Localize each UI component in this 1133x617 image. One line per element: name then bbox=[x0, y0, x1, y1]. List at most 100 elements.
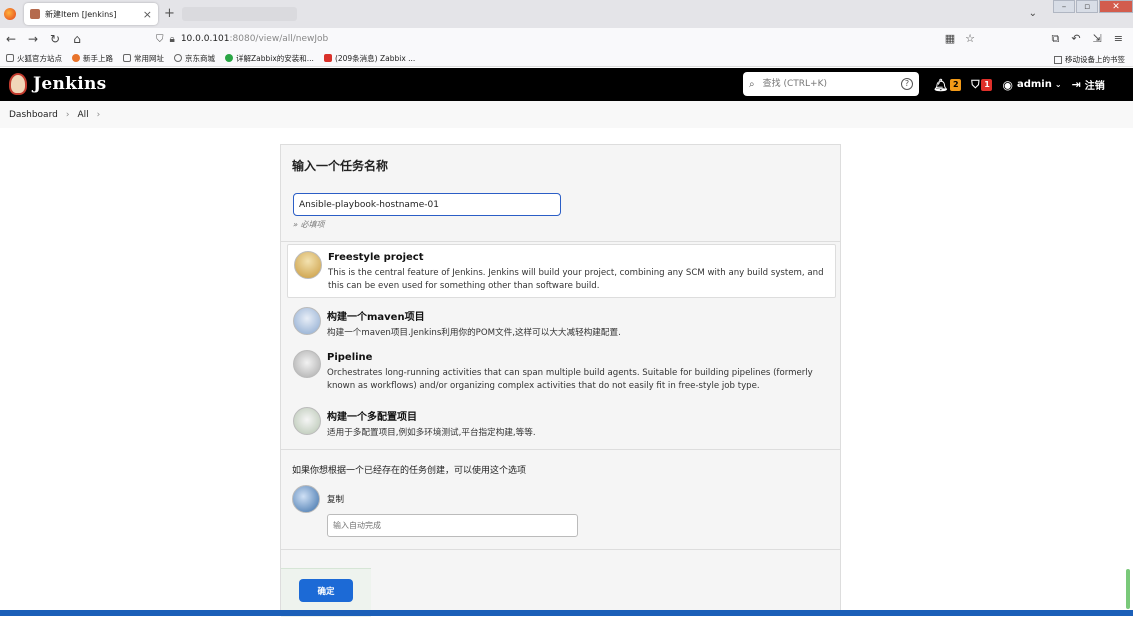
logout-label: 注销 bbox=[1085, 77, 1105, 92]
forward-icon[interactable]: → bbox=[22, 32, 44, 46]
page-title: 输入一个任务名称 bbox=[292, 157, 388, 174]
bookmarks-bar: 火狐官方站点 新手上路 常用网址 京东商城 详解Zabbix的安装和... (2… bbox=[0, 50, 1133, 67]
bookmark-star-icon[interactable]: ☆ bbox=[965, 32, 975, 45]
copy-from-input[interactable] bbox=[327, 514, 578, 537]
bookmark-item[interactable]: (209条消息) Zabbix ... bbox=[324, 53, 415, 64]
jenkins-brand: Jenkins bbox=[33, 74, 107, 94]
menu-icon[interactable]: ≡ bbox=[1114, 32, 1123, 46]
shield-icon[interactable]: ⛉ bbox=[971, 78, 979, 92]
browser-tab-strip: 新建Item [Jenkins] × + ⌄ – ▫ ✕ bbox=[0, 0, 1133, 28]
multi-config-icon bbox=[293, 407, 321, 435]
item-type-title: Freestyle project bbox=[328, 252, 829, 263]
taskbar-strip bbox=[0, 610, 1133, 616]
folder-icon bbox=[1054, 56, 1062, 64]
item-type-title: Pipeline bbox=[327, 352, 830, 363]
divider bbox=[281, 449, 840, 450]
required-hint: » 必填项 bbox=[293, 219, 324, 230]
item-type-pipeline[interactable]: Pipeline Orchestrates long-running activ… bbox=[287, 345, 836, 401]
item-type-desc: This is the central feature of Jenkins. … bbox=[328, 267, 829, 293]
item-type-desc: Orchestrates long-running activities tha… bbox=[327, 367, 830, 393]
firefox-menu-icon[interactable] bbox=[4, 8, 16, 20]
jenkins-logo-icon bbox=[9, 73, 27, 95]
bookmark-item[interactable]: 新手上路 bbox=[72, 53, 113, 64]
divider bbox=[281, 241, 840, 242]
header-actions: 🔔︎ 2 ⛉ 1 ◉ admin ⌄ ⇥ 注销 bbox=[933, 77, 1105, 92]
item-type-desc: 适用于多配置项目,例如多环境测试,平台指定构建,等等. bbox=[327, 427, 830, 440]
qr-code-icon[interactable]: ▦ bbox=[945, 32, 955, 45]
firefox-icon bbox=[72, 54, 80, 62]
url-path: :8080/view/all/newJob bbox=[230, 34, 329, 44]
folder-icon bbox=[6, 54, 14, 62]
maven-owl-icon bbox=[293, 307, 321, 335]
item-type-maven[interactable]: 构建一个maven项目 构建一个maven项目.Jenkins利用你的POM文件… bbox=[287, 301, 836, 345]
copy-option[interactable]: 复制 bbox=[292, 485, 344, 513]
globe-icon bbox=[174, 54, 182, 62]
job-name-input[interactable] bbox=[293, 193, 561, 216]
folder-icon bbox=[123, 54, 131, 62]
user-name: admin bbox=[1017, 79, 1052, 90]
bookmark-item[interactable]: 常用网址 bbox=[123, 53, 164, 64]
browser-navbar: ← → ↻ ⌂ ⛉ 🔒︎ 10.0.0.101:8080/view/all/ne… bbox=[0, 28, 1133, 50]
divider bbox=[281, 549, 840, 550]
security-badge[interactable]: 1 bbox=[981, 79, 992, 91]
mobile-bookmarks[interactable]: 移动设备上的书签 bbox=[1054, 54, 1125, 65]
bookmark-item[interactable]: 京东商城 bbox=[174, 53, 215, 64]
help-icon[interactable]: ? bbox=[901, 78, 913, 90]
bookmark-item[interactable]: 详解Zabbix的安装和... bbox=[225, 53, 314, 64]
extensions-icon[interactable]: ⇲ bbox=[1093, 32, 1102, 46]
csdn-icon bbox=[324, 54, 332, 62]
chevron-right-icon[interactable]: › bbox=[66, 110, 70, 120]
search-icon: ⌕ bbox=[749, 79, 755, 90]
undo-icon[interactable]: ↶ bbox=[1071, 32, 1080, 46]
breadcrumb-dashboard[interactable]: Dashboard bbox=[9, 110, 58, 120]
url-host: 10.0.0.101 bbox=[181, 34, 230, 44]
copy-icon bbox=[292, 485, 320, 513]
chevron-right-icon[interactable]: › bbox=[97, 110, 101, 120]
bookmark-item[interactable]: 火狐官方站点 bbox=[6, 53, 62, 64]
tab-list-chevron-icon[interactable]: ⌄ bbox=[1029, 8, 1037, 19]
browser-tab-other[interactable] bbox=[182, 7, 297, 21]
ok-button[interactable]: 确定 bbox=[299, 579, 353, 602]
item-type-multi-config[interactable]: 构建一个多配置项目 适用于多配置项目,例如多环境测试,平台指定构建,等等. bbox=[287, 401, 836, 445]
copy-label: 复制 bbox=[327, 493, 344, 505]
url-bar[interactable]: ⛉ 🔒︎ 10.0.0.101:8080/view/all/newJob bbox=[156, 30, 976, 48]
copy-intro-text: 如果你想根据一个已经存在的任务创建，可以使用这个选项 bbox=[292, 463, 526, 476]
scrollbar-thumb[interactable] bbox=[1126, 569, 1130, 609]
breadcrumb: Dashboard › All › bbox=[0, 101, 1133, 128]
user-icon: ◉ bbox=[1002, 78, 1012, 92]
breadcrumb-all[interactable]: All bbox=[77, 110, 88, 120]
search-box[interactable]: ⌕ ? bbox=[743, 72, 919, 96]
site-icon bbox=[225, 54, 233, 62]
logout-link[interactable]: ⇥ 注销 bbox=[1072, 77, 1105, 92]
shield-tracking-icon[interactable]: ⛉ bbox=[156, 34, 164, 45]
maximize-button[interactable]: ▫ bbox=[1076, 0, 1098, 13]
new-tab-button[interactable]: + bbox=[164, 6, 175, 21]
screenshot-icon[interactable]: ⧉ bbox=[1051, 32, 1059, 46]
browser-toolbar-right: ⧉ ↶ ⇲ ≡ bbox=[1051, 32, 1123, 46]
window-controls: – ▫ ✕ bbox=[1052, 0, 1133, 14]
page-scrollbar[interactable] bbox=[1124, 101, 1131, 610]
freestyle-box-icon bbox=[294, 251, 322, 279]
tab-title: 新建Item [Jenkins] bbox=[45, 9, 143, 20]
back-icon[interactable]: ← bbox=[0, 32, 22, 46]
close-tab-icon[interactable]: × bbox=[143, 8, 152, 21]
notifications-badge[interactable]: 2 bbox=[950, 79, 961, 91]
page-info-icon[interactable]: 🔒︎ bbox=[170, 34, 175, 45]
home-icon[interactable]: ⌂ bbox=[66, 32, 88, 46]
browser-tab-active[interactable]: 新建Item [Jenkins] × bbox=[24, 3, 158, 25]
pipeline-icon bbox=[293, 350, 321, 378]
jenkins-favicon-icon bbox=[30, 9, 40, 19]
item-type-freestyle[interactable]: Freestyle project This is the central fe… bbox=[287, 244, 836, 298]
chevron-down-icon: ⌄ bbox=[1055, 80, 1062, 89]
close-window-button[interactable]: ✕ bbox=[1099, 0, 1133, 13]
new-item-panel: 输入一个任务名称 » 必填项 Freestyle project This is… bbox=[280, 144, 841, 616]
minimize-button[interactable]: – bbox=[1053, 0, 1075, 13]
user-menu[interactable]: ◉ admin ⌄ bbox=[1002, 78, 1061, 92]
bell-icon[interactable]: 🔔︎ bbox=[933, 78, 948, 92]
jenkins-home-link[interactable]: Jenkins bbox=[9, 73, 107, 95]
search-input[interactable] bbox=[761, 78, 881, 90]
reload-icon[interactable]: ↻ bbox=[44, 32, 66, 46]
item-type-title: 构建一个maven项目 bbox=[327, 308, 830, 323]
url-bar-actions: ▦ ☆ bbox=[945, 32, 975, 45]
logout-icon: ⇥ bbox=[1072, 78, 1081, 91]
